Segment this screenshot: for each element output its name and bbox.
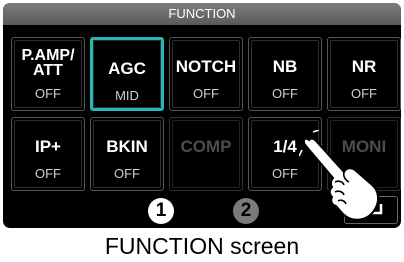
ip-plus-label: IP+ xyxy=(35,137,61,156)
nr-value: OFF xyxy=(351,86,377,101)
nb-value: OFF xyxy=(272,86,298,101)
agc-value: MID xyxy=(115,88,139,103)
ip-plus-value: OFF xyxy=(35,166,61,181)
bkin-label: BKIN xyxy=(106,137,148,156)
nr-button[interactable]: NR OFF xyxy=(327,37,401,111)
page-indicator-2[interactable]: 2 xyxy=(233,198,259,224)
agc-button[interactable]: AGC MID xyxy=(90,37,164,111)
comp-button[interactable]: COMP xyxy=(169,117,243,191)
notch-button[interactable]: NOTCH OFF xyxy=(169,37,243,111)
bkin-value: OFF xyxy=(114,166,140,181)
notch-value: OFF xyxy=(193,86,219,101)
nr-label: NR xyxy=(351,57,377,76)
page-indicator-1[interactable]: 1 xyxy=(148,198,174,224)
nb-label: NB xyxy=(272,57,298,76)
screen-caption: FUNCTION screen xyxy=(104,233,300,259)
comp-label: COMP xyxy=(180,137,232,156)
p-amp-att-label: P.AMP/ATT xyxy=(21,47,75,79)
screen-title: FUNCTION xyxy=(3,3,401,25)
agc-label: AGC xyxy=(108,59,146,78)
nb-button[interactable]: NB OFF xyxy=(248,37,322,111)
tapping-hand-icon xyxy=(299,130,379,221)
notch-label: NOTCH xyxy=(175,57,237,76)
ip-plus-button[interactable]: IP+ OFF xyxy=(11,117,85,191)
p-amp-att-button[interactable]: P.AMP/ATT OFF xyxy=(11,37,85,111)
bkin-button[interactable]: BKIN OFF xyxy=(90,117,164,191)
p-amp-att-value: OFF xyxy=(35,86,61,101)
function-screen: FUNCTION P.AMP/ATT OFF AGC MID NOTCH OFF… xyxy=(3,3,401,228)
